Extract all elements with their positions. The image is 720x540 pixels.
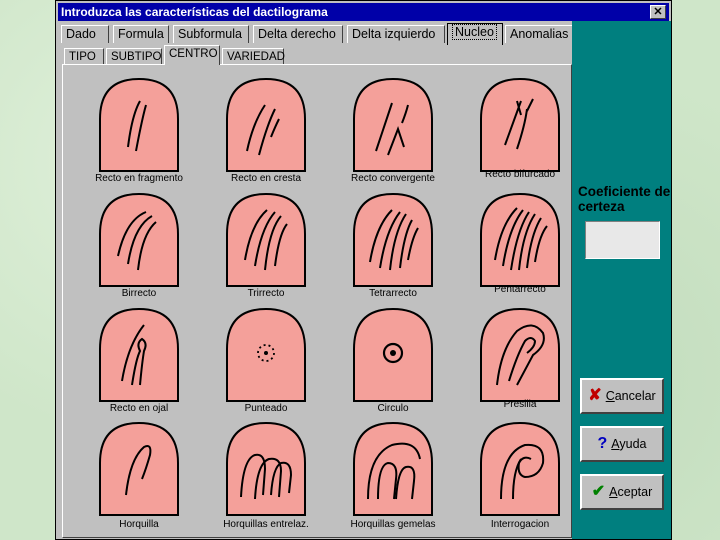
recto-ojal-icon bbox=[99, 307, 179, 402]
pattern-pentarrecto[interactable]: Pentarrecto bbox=[465, 190, 575, 306]
coeficiente-title: Coeficiente de certeza bbox=[578, 184, 671, 214]
pattern-recto-cresta[interactable]: Recto en cresta bbox=[211, 75, 321, 191]
pattern-label: Recto en ojal bbox=[109, 403, 169, 414]
subtab-tipo[interactable]: TIPO bbox=[64, 48, 104, 65]
subtab-variedad[interactable]: VARIEDAD bbox=[222, 48, 285, 65]
ayuda-button[interactable]: ? Ayuda bbox=[580, 426, 664, 462]
horquillas-gemelas-icon bbox=[353, 421, 433, 516]
pattern-circulo[interactable]: Circulo bbox=[338, 305, 448, 421]
pattern-tetrarrecto[interactable]: Tetrarrecto bbox=[338, 190, 448, 306]
tab-nucleo[interactable]: Nucleo bbox=[447, 23, 503, 45]
pentarrecto-icon bbox=[480, 192, 560, 287]
pattern-label: Horquilla bbox=[119, 519, 159, 530]
title-bar: Introduzca las características del dacti… bbox=[58, 3, 669, 21]
pattern-label: Horquillas gemelas bbox=[350, 519, 436, 530]
pattern-label: Punteado bbox=[244, 403, 288, 414]
aceptar-label: Aceptar bbox=[609, 485, 653, 499]
pattern-horquillas-entrelazadas[interactable]: Horquillas entrelaz. bbox=[211, 419, 321, 535]
pattern-trirrecto[interactable]: Trirrecto bbox=[211, 190, 321, 306]
pattern-label: Presilla bbox=[503, 399, 537, 410]
tab-formula[interactable]: Formula bbox=[113, 25, 169, 43]
pattern-label: Tetrarrecto bbox=[369, 288, 417, 299]
recto-fragmento-icon bbox=[99, 77, 179, 172]
pattern-label: Circulo bbox=[377, 403, 409, 414]
pattern-label: Horquillas entrelaz. bbox=[223, 519, 309, 530]
ayuda-label: Ayuda bbox=[611, 437, 647, 451]
tab-subformula[interactable]: Subformula bbox=[173, 25, 249, 43]
tab-anomalias[interactable]: Anomalias bbox=[505, 25, 573, 43]
pattern-label: Trirrecto bbox=[247, 288, 285, 299]
pattern-horquillas-gemelas[interactable]: Horquillas gemelas bbox=[338, 419, 448, 535]
pattern-label: Birrecto bbox=[121, 288, 157, 299]
horquilla-icon bbox=[99, 421, 179, 516]
patterns-panel: Recto en fragmento Recto en cresta Recto… bbox=[62, 64, 572, 538]
pattern-interrogacion[interactable]: Interrogacion bbox=[465, 419, 575, 535]
check-icon: ✔ bbox=[591, 483, 606, 500]
pattern-recto-convergente[interactable]: Recto convergente bbox=[338, 75, 448, 191]
presilla-icon bbox=[480, 307, 560, 402]
pattern-label: Recto convergente bbox=[351, 173, 435, 184]
coeficiente-input[interactable] bbox=[585, 221, 660, 259]
tetrarrecto-icon bbox=[353, 192, 433, 287]
trirrecto-icon bbox=[226, 192, 306, 287]
subtab-centro[interactable]: CENTRO bbox=[164, 45, 220, 65]
pattern-label: Pentarrecto bbox=[494, 284, 546, 295]
tab-delta-derecho[interactable]: Delta derecho bbox=[253, 25, 343, 43]
pattern-label: Recto en cresta bbox=[230, 173, 302, 184]
punteado-icon bbox=[226, 307, 306, 402]
x-icon: ✘ bbox=[588, 387, 602, 404]
subtab-subtipo[interactable]: SUBTIPO bbox=[106, 48, 162, 65]
recto-convergente-icon bbox=[353, 77, 433, 172]
tab-dado[interactable]: Dado bbox=[61, 25, 109, 43]
cancelar-label: Cancelar bbox=[605, 389, 656, 403]
pattern-label: Recto bifurcado bbox=[484, 169, 556, 180]
pattern-birrecto[interactable]: Birrecto bbox=[84, 190, 194, 306]
pattern-label: Recto en fragmento bbox=[95, 173, 183, 184]
dialog-window: Introduzca las características del dacti… bbox=[55, 0, 672, 540]
interrogacion-icon bbox=[480, 421, 560, 516]
question-icon: ? bbox=[597, 435, 608, 452]
pattern-presilla[interactable]: Presilla bbox=[465, 305, 575, 421]
pattern-horquilla[interactable]: Horquilla bbox=[84, 419, 194, 535]
recto-bifurcado-icon bbox=[480, 77, 560, 172]
horquillas-entrelazadas-icon bbox=[226, 421, 306, 516]
tab-delta-izquierdo[interactable]: Delta izquierdo bbox=[347, 25, 445, 43]
pattern-recto-fragmento[interactable]: Recto en fragmento bbox=[84, 75, 194, 191]
pattern-recto-bifurcado[interactable]: Recto bifurcado bbox=[465, 75, 575, 191]
circulo-icon bbox=[353, 307, 433, 402]
close-button[interactable]: ✕ bbox=[650, 5, 666, 19]
pattern-recto-ojal[interactable]: Recto en ojal bbox=[84, 305, 194, 421]
aceptar-button[interactable]: ✔ Aceptar bbox=[580, 474, 664, 510]
window-title: Introduzca las características del dacti… bbox=[61, 5, 328, 19]
birrecto-icon bbox=[99, 192, 179, 287]
pattern-punteado[interactable]: Punteado bbox=[211, 305, 321, 421]
pattern-label: Interrogacion bbox=[490, 519, 550, 530]
recto-cresta-icon bbox=[226, 77, 306, 172]
cancelar-button[interactable]: ✘ Cancelar bbox=[580, 378, 664, 414]
